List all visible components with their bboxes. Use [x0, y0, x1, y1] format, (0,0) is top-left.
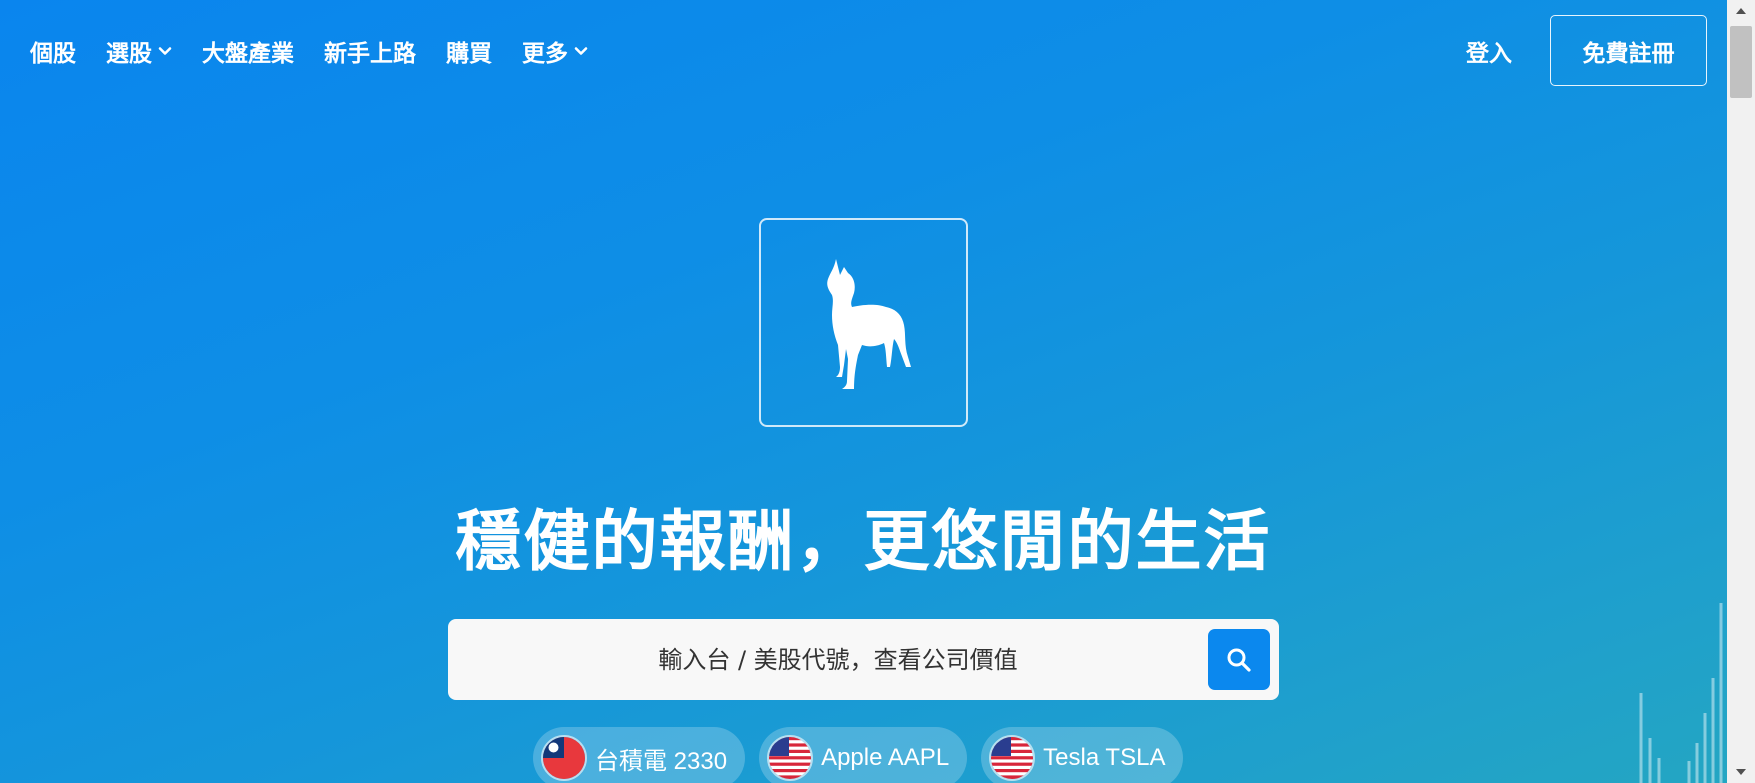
nav-item-label: 大盤產業: [202, 41, 294, 67]
nav-item-label: 購買: [446, 41, 492, 67]
us-flag-icon: [989, 735, 1036, 781]
search-input[interactable]: [448, 619, 1198, 700]
search-button[interactable]: [1208, 629, 1270, 690]
scrollbar-thumb[interactable]: [1730, 26, 1752, 98]
quick-links: 台積電 2330 Apple AAPL Tesla TSLA: [533, 727, 1197, 783]
brand-logo: [759, 218, 968, 427]
quick-link-label: Apple AAPL: [821, 744, 950, 771]
vertical-scrollbar[interactable]: [1727, 0, 1755, 783]
quick-link-tsmc[interactable]: 台積電 2330: [533, 727, 746, 783]
chevron-down-icon: [574, 47, 588, 55]
chevron-down-icon: [158, 47, 172, 55]
search-icon: [1227, 648, 1251, 672]
nav-item-label: 選股: [106, 41, 152, 67]
stock-search-bar: [448, 619, 1279, 700]
top-navbar: 個股 選股 大盤產業 新手上路 購買 更多 登入 免費註冊: [0, 0, 1727, 106]
hero-headline: 穩健的報酬，更悠閒的生活: [455, 503, 1272, 580]
login-link[interactable]: 登入: [1466, 34, 1512, 68]
quick-link-label: 台積電 2330: [595, 747, 728, 775]
us-flag-icon: [767, 735, 814, 781]
nav-auth: 登入 免費註冊: [1466, 15, 1707, 86]
page: 個股 選股 大盤產業 新手上路 購買 更多 登入 免費註冊 穩健的報酬，更悠閒的…: [0, 0, 1727, 783]
quick-link-label: Tesla TSLA: [1043, 744, 1166, 771]
nav-item-label: 新手上路: [324, 41, 416, 67]
scroll-up-arrow-icon[interactable]: [1727, 0, 1755, 22]
nav-item-label: 個股: [30, 41, 76, 67]
nav-item-purchase[interactable]: 購買: [446, 34, 492, 68]
nav-item-stocks[interactable]: 個股: [30, 34, 76, 68]
nav-menu: 個股 選股 大盤產業 新手上路 購買 更多: [30, 34, 618, 68]
quick-link-tesla[interactable]: Tesla TSLA: [981, 727, 1184, 783]
nav-item-label: 更多: [522, 41, 568, 67]
nav-item-more[interactable]: 更多: [522, 34, 588, 68]
nav-item-beginner-guide[interactable]: 新手上路: [324, 34, 416, 68]
dog-logo-icon: [826, 258, 911, 389]
taiwan-flag-icon: [541, 735, 587, 781]
nav-item-market-industry[interactable]: 大盤產業: [202, 34, 294, 68]
scroll-down-arrow-icon[interactable]: [1727, 761, 1755, 783]
nav-item-stock-picker[interactable]: 選股: [106, 34, 172, 68]
register-button[interactable]: 免費註冊: [1550, 15, 1707, 86]
decorative-bars: [1639, 603, 1723, 783]
quick-link-apple[interactable]: Apple AAPL: [759, 727, 968, 783]
